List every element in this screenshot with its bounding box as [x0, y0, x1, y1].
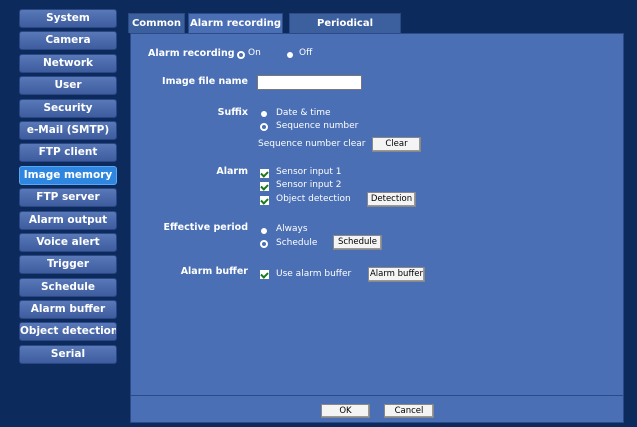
sidebar-item-voice-alert[interactable]: Voice alert — [19, 232, 117, 252]
sidebar-item-security[interactable]: Security — [19, 98, 117, 118]
sidebar-item-user[interactable]: User — [19, 76, 117, 96]
sidebar-item-object-detection[interactable]: Object detection — [19, 322, 117, 342]
tab-periodical-recording[interactable]: Periodical recording — [289, 13, 401, 49]
sidebar-menu: System Camera Network User Security e-Ma… — [19, 9, 117, 367]
sidebar-item-alarm-output[interactable]: Alarm output — [19, 210, 117, 230]
sensor-input-2-checkbox[interactable] — [260, 182, 269, 191]
tab-alarm-recording[interactable]: Alarm recording — [188, 13, 283, 34]
sidebar-item-alarm-buffer[interactable]: Alarm buffer — [19, 300, 117, 320]
image-file-name-input[interactable] — [257, 75, 362, 90]
effective-schedule-radio[interactable] — [260, 240, 268, 248]
sidebar-item-schedule[interactable]: Schedule — [19, 277, 117, 297]
effective-schedule-label: Schedule — [276, 238, 318, 248]
sidebar-item-system[interactable]: System — [19, 9, 117, 28]
sidebar-item-ftp-server[interactable]: FTP server — [19, 188, 117, 208]
schedule-button[interactable]: Schedule — [333, 235, 382, 250]
use-alarm-buffer-label: Use alarm buffer — [276, 269, 352, 279]
effective-always-radio[interactable] — [261, 228, 267, 234]
suffix-sequence-number-radio[interactable] — [260, 123, 268, 131]
alarm-recording-label: Alarm recording — [148, 48, 235, 59]
effective-always-label: Always — [276, 224, 308, 234]
tab-common[interactable]: Common — [128, 13, 185, 33]
alarm-buffer-label: Alarm buffer — [180, 266, 248, 277]
suffix-label: Suffix — [217, 107, 248, 118]
suffix-date-time-radio[interactable] — [261, 111, 267, 117]
sidebar-item-image-memory[interactable]: Image memory — [19, 165, 117, 185]
alarm-recording-on-radio[interactable] — [237, 51, 245, 59]
alarm-recording-off-label: Off — [299, 48, 313, 58]
object-detection-label: Object detection — [276, 194, 351, 204]
use-alarm-buffer-checkbox[interactable] — [260, 270, 269, 279]
clear-button[interactable]: Clear — [372, 137, 421, 152]
sidebar-item-trigger[interactable]: Trigger — [19, 255, 117, 275]
sequence-number-clear-label: Sequence number clear — [258, 139, 366, 149]
sidebar-item-network[interactable]: Network — [19, 53, 117, 73]
sidebar-item-email-smtp[interactable]: e-Mail (SMTP) — [19, 120, 117, 140]
cancel-button[interactable]: Cancel — [384, 404, 434, 418]
suffix-sequence-number-label: Sequence number — [276, 121, 359, 131]
effective-period-label: Effective period — [163, 222, 248, 233]
sidebar-item-ftp-client[interactable]: FTP client — [19, 143, 117, 163]
alarm-recording-on-label: On — [248, 48, 261, 58]
sidebar-item-camera[interactable]: Camera — [19, 31, 117, 51]
sensor-input-2-label: Sensor input 2 — [276, 180, 342, 190]
sidebar-item-serial[interactable]: Serial — [19, 344, 117, 364]
image-file-name-label: Image file name — [162, 76, 248, 87]
alarm-recording-off-radio[interactable] — [287, 52, 293, 58]
alarm-label: Alarm — [216, 166, 248, 177]
divider — [130, 395, 624, 396]
object-detection-checkbox[interactable] — [260, 196, 269, 205]
suffix-date-time-label: Date & time — [276, 108, 331, 118]
sensor-input-1-label: Sensor input 1 — [276, 167, 342, 177]
sensor-input-1-checkbox[interactable] — [260, 169, 269, 178]
alarm-buffer-button[interactable]: Alarm buffer — [368, 267, 425, 282]
detection-button[interactable]: Detection — [367, 192, 416, 207]
ok-button[interactable]: OK — [321, 404, 370, 418]
